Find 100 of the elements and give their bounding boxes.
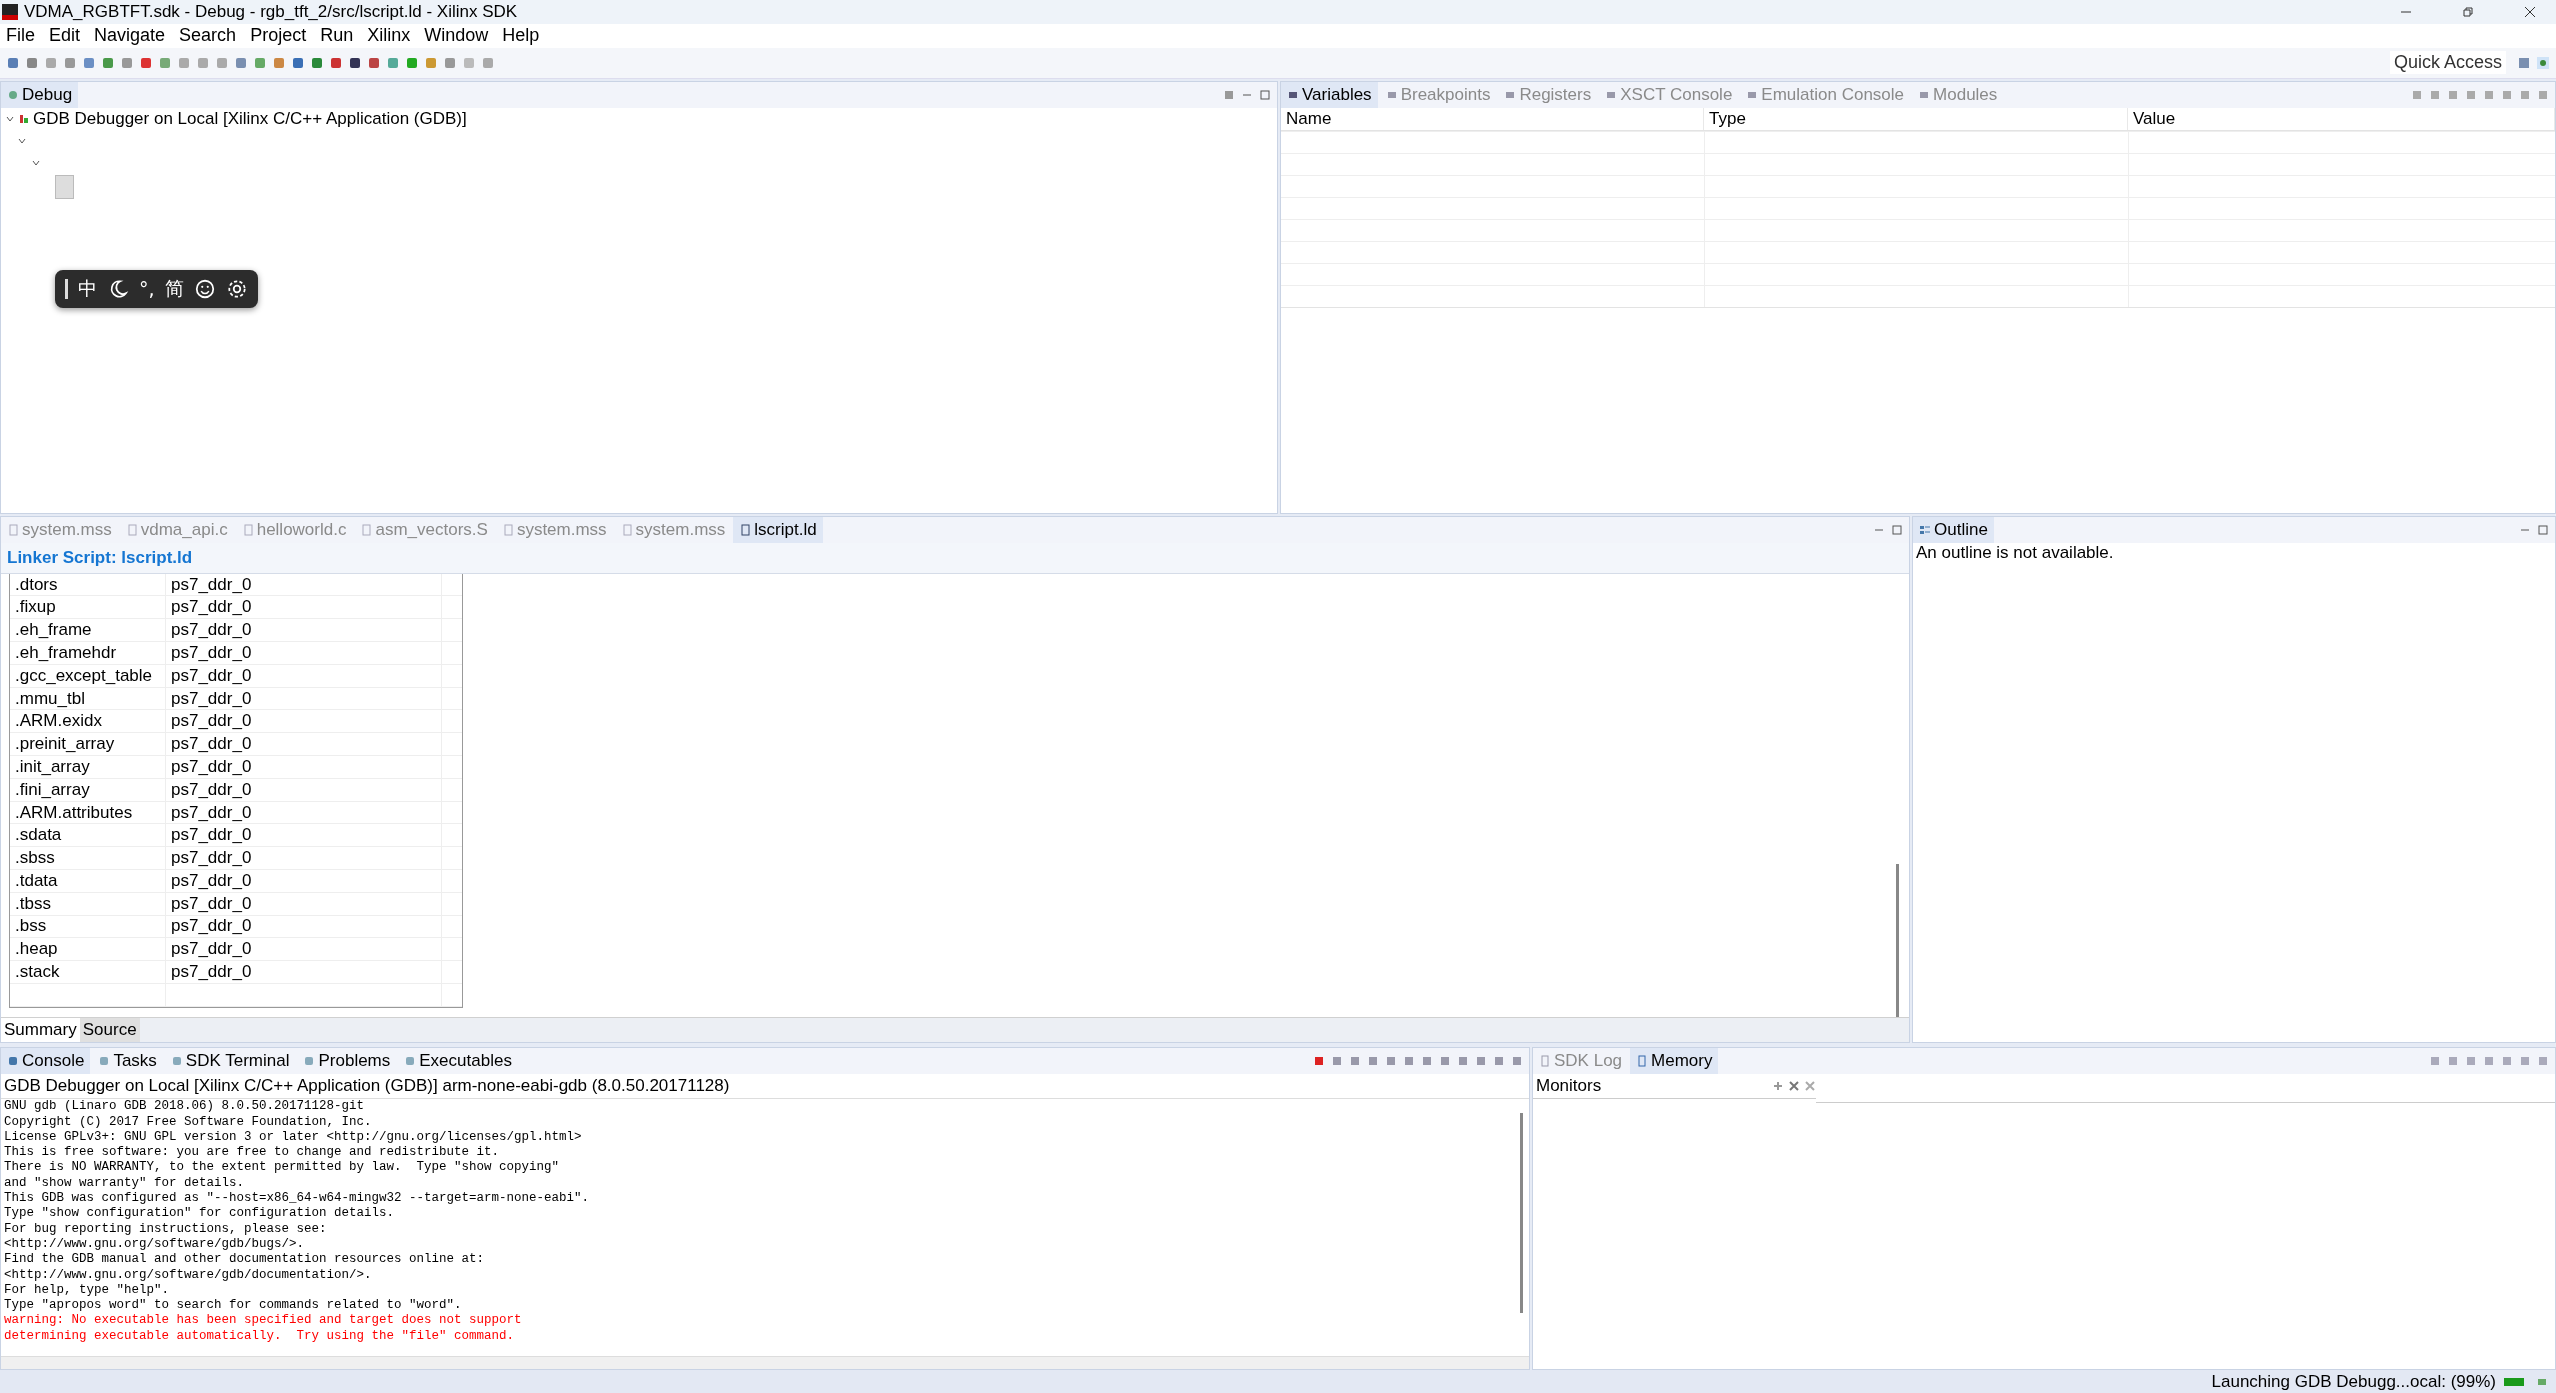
editor-tab[interactable]: lscript.ld xyxy=(733,516,823,543)
maximize-icon[interactable] xyxy=(1259,88,1271,101)
view-tab[interactable]: SDK Terminal xyxy=(164,1048,296,1075)
page-tab[interactable]: Summary xyxy=(1,1018,80,1043)
table-cell: .fixup xyxy=(10,596,166,619)
maximize-icon[interactable] xyxy=(1891,523,1903,536)
monitors-label: Monitors xyxy=(1536,1076,1603,1097)
menu-item[interactable]: Edit xyxy=(49,25,81,47)
menu-item[interactable]: File xyxy=(6,25,35,47)
view-toolbar-icon[interactable] xyxy=(2501,88,2513,101)
column-header[interactable]: Name xyxy=(1281,107,1704,130)
ime-button[interactable]: 中 xyxy=(78,275,97,302)
view-toolbar-icon[interactable] xyxy=(1385,1055,1397,1068)
view-toolbar-icon[interactable] xyxy=(1403,1055,1415,1068)
table-cell: .preinit_array xyxy=(10,733,166,755)
view-toolbar-icon[interactable] xyxy=(1349,1055,1361,1068)
settings-icon[interactable] xyxy=(225,277,248,300)
placeholder-node xyxy=(55,174,74,199)
menu-item[interactable]: Navigate xyxy=(94,25,166,47)
view-tab[interactable]: Problems xyxy=(297,1048,397,1075)
view-toolbar-icon[interactable] xyxy=(1331,1055,1343,1068)
view-tab[interactable]: Executables xyxy=(398,1048,518,1075)
horizontal-scrollbar[interactable] xyxy=(1,1356,1529,1370)
console-line: Type "apropos word" to search for commands related to "word". xyxy=(4,1298,463,1314)
table-cell: .tdata xyxy=(10,870,166,892)
table-cell: .init_array xyxy=(10,756,166,778)
view-tab[interactable]: Tasks xyxy=(92,1048,163,1075)
view-tab[interactable]: Console xyxy=(1,1048,91,1075)
view-tab[interactable]: Debug xyxy=(1,81,79,108)
console-line: There is NO WARRANTY, to the extent permitted by law. Type "show copying" xyxy=(4,1160,561,1176)
view-toolbar-icon[interactable] xyxy=(1421,1055,1433,1068)
view-toolbar-icon[interactable] xyxy=(2483,88,2495,101)
console-line: <http://www.gnu.org/software/gdb/documentation/>. xyxy=(4,1267,373,1283)
view-tab[interactable]: Outline xyxy=(1913,516,1994,543)
menu-item[interactable]: Help xyxy=(502,25,540,47)
outline-icon xyxy=(1919,523,1931,536)
view-toolbar-icon[interactable] xyxy=(1511,1055,1523,1068)
maximize-icon[interactable] xyxy=(2537,523,2549,536)
view-toolbar-icon[interactable] xyxy=(2447,1055,2459,1068)
view-toolbar-icon[interactable] xyxy=(2429,88,2441,101)
remove-all-icon[interactable] xyxy=(1804,1080,1816,1093)
quick-access-field[interactable]: Quick Access xyxy=(2389,51,2506,75)
file-icon xyxy=(125,523,138,536)
menu-item[interactable]: Search xyxy=(179,25,237,47)
console-title: GDB Debugger on Local [Xilinx C/C++ Application (GDB)] arm-none-eabi-gdb (8.0.50.20171128) xyxy=(1,1074,1529,1100)
scrollbar-thumb[interactable] xyxy=(1896,863,1899,1018)
view-toolbar-icon[interactable] xyxy=(2429,1055,2441,1068)
table-cell: .bss xyxy=(10,915,166,938)
toolbar-icon[interactable] xyxy=(329,55,343,70)
view-toolbar-icon[interactable] xyxy=(2537,88,2549,101)
smiley-icon[interactable] xyxy=(193,277,216,300)
close-icon[interactable] xyxy=(2524,6,2536,18)
view-toolbar-icon[interactable] xyxy=(1223,88,1235,101)
view-toolbar-icon[interactable] xyxy=(2411,88,2423,101)
view-toolbar-icon[interactable] xyxy=(2465,88,2477,101)
tab-icon xyxy=(170,1055,183,1068)
menu-item[interactable]: Project xyxy=(250,25,307,47)
toolbar-icon[interactable] xyxy=(291,55,305,70)
ime-button[interactable]: 简 xyxy=(164,275,184,302)
view-toolbar-icon[interactable] xyxy=(1313,1055,1325,1068)
restore-icon[interactable] xyxy=(2462,6,2474,18)
console-line: and "show warranty" for details. xyxy=(4,1175,246,1192)
app-logo-icon xyxy=(2,4,18,20)
view-toolbar-icon[interactable] xyxy=(1457,1055,1469,1068)
page-tab[interactable]: Source xyxy=(79,1018,140,1043)
table-cell: ps7_ddr_0 xyxy=(166,664,442,687)
toolbar-icon[interactable] xyxy=(348,55,362,70)
remove-icon[interactable] xyxy=(1788,1080,1800,1093)
file-icon xyxy=(620,523,633,536)
table-cell: ps7_ddr_0 xyxy=(166,938,442,961)
view-toolbar-icon[interactable] xyxy=(2465,1055,2477,1068)
view-tab[interactable]: Variables xyxy=(1281,81,1378,108)
view-toolbar-icon[interactable] xyxy=(1475,1055,1487,1068)
scrollbar-thumb[interactable] xyxy=(1520,1113,1523,1314)
menu-item[interactable]: Run xyxy=(320,25,354,47)
drag-handle[interactable] xyxy=(65,278,68,299)
table-cell: ps7_ddr_0 xyxy=(166,687,442,710)
column-header[interactable]: Value xyxy=(2128,107,2555,130)
view-toolbar-icon[interactable] xyxy=(2519,88,2531,101)
tab-icon xyxy=(1636,1055,1649,1068)
console-line: For bug reporting instructions, please see: xyxy=(4,1221,328,1237)
view-toolbar-icon[interactable] xyxy=(1439,1055,1451,1068)
menu-item[interactable]: Xilinx xyxy=(367,25,411,47)
view-toolbar-icon[interactable] xyxy=(2483,1055,2495,1068)
menu-item[interactable]: Window xyxy=(424,25,489,47)
view-toolbar-icon[interactable] xyxy=(1493,1055,1505,1068)
add-icon[interactable] xyxy=(1772,1080,1784,1093)
column-header[interactable]: Type xyxy=(1704,107,2128,130)
view-toolbar-icon[interactable] xyxy=(2501,1055,2513,1068)
perspective-icon[interactable] xyxy=(2517,55,2531,70)
tree-item[interactable]: GDB Debugger on Local [Xilinx C/C++ Application (GDB)] xyxy=(33,108,467,129)
ime-button[interactable]: °, xyxy=(139,277,155,300)
view-toolbar-icon[interactable] xyxy=(2447,88,2459,101)
toolbar-icon[interactable] xyxy=(367,55,381,70)
view-tab[interactable]: Memory xyxy=(1630,1048,1719,1075)
table-cell: ps7_ddr_0 xyxy=(166,710,442,733)
view-toolbar-icon[interactable] xyxy=(2519,1055,2531,1068)
view-toolbar-icon[interactable] xyxy=(1367,1055,1379,1068)
view-toolbar-icon[interactable] xyxy=(2537,1055,2549,1068)
table-cell: .ARM.attributes xyxy=(10,801,166,824)
